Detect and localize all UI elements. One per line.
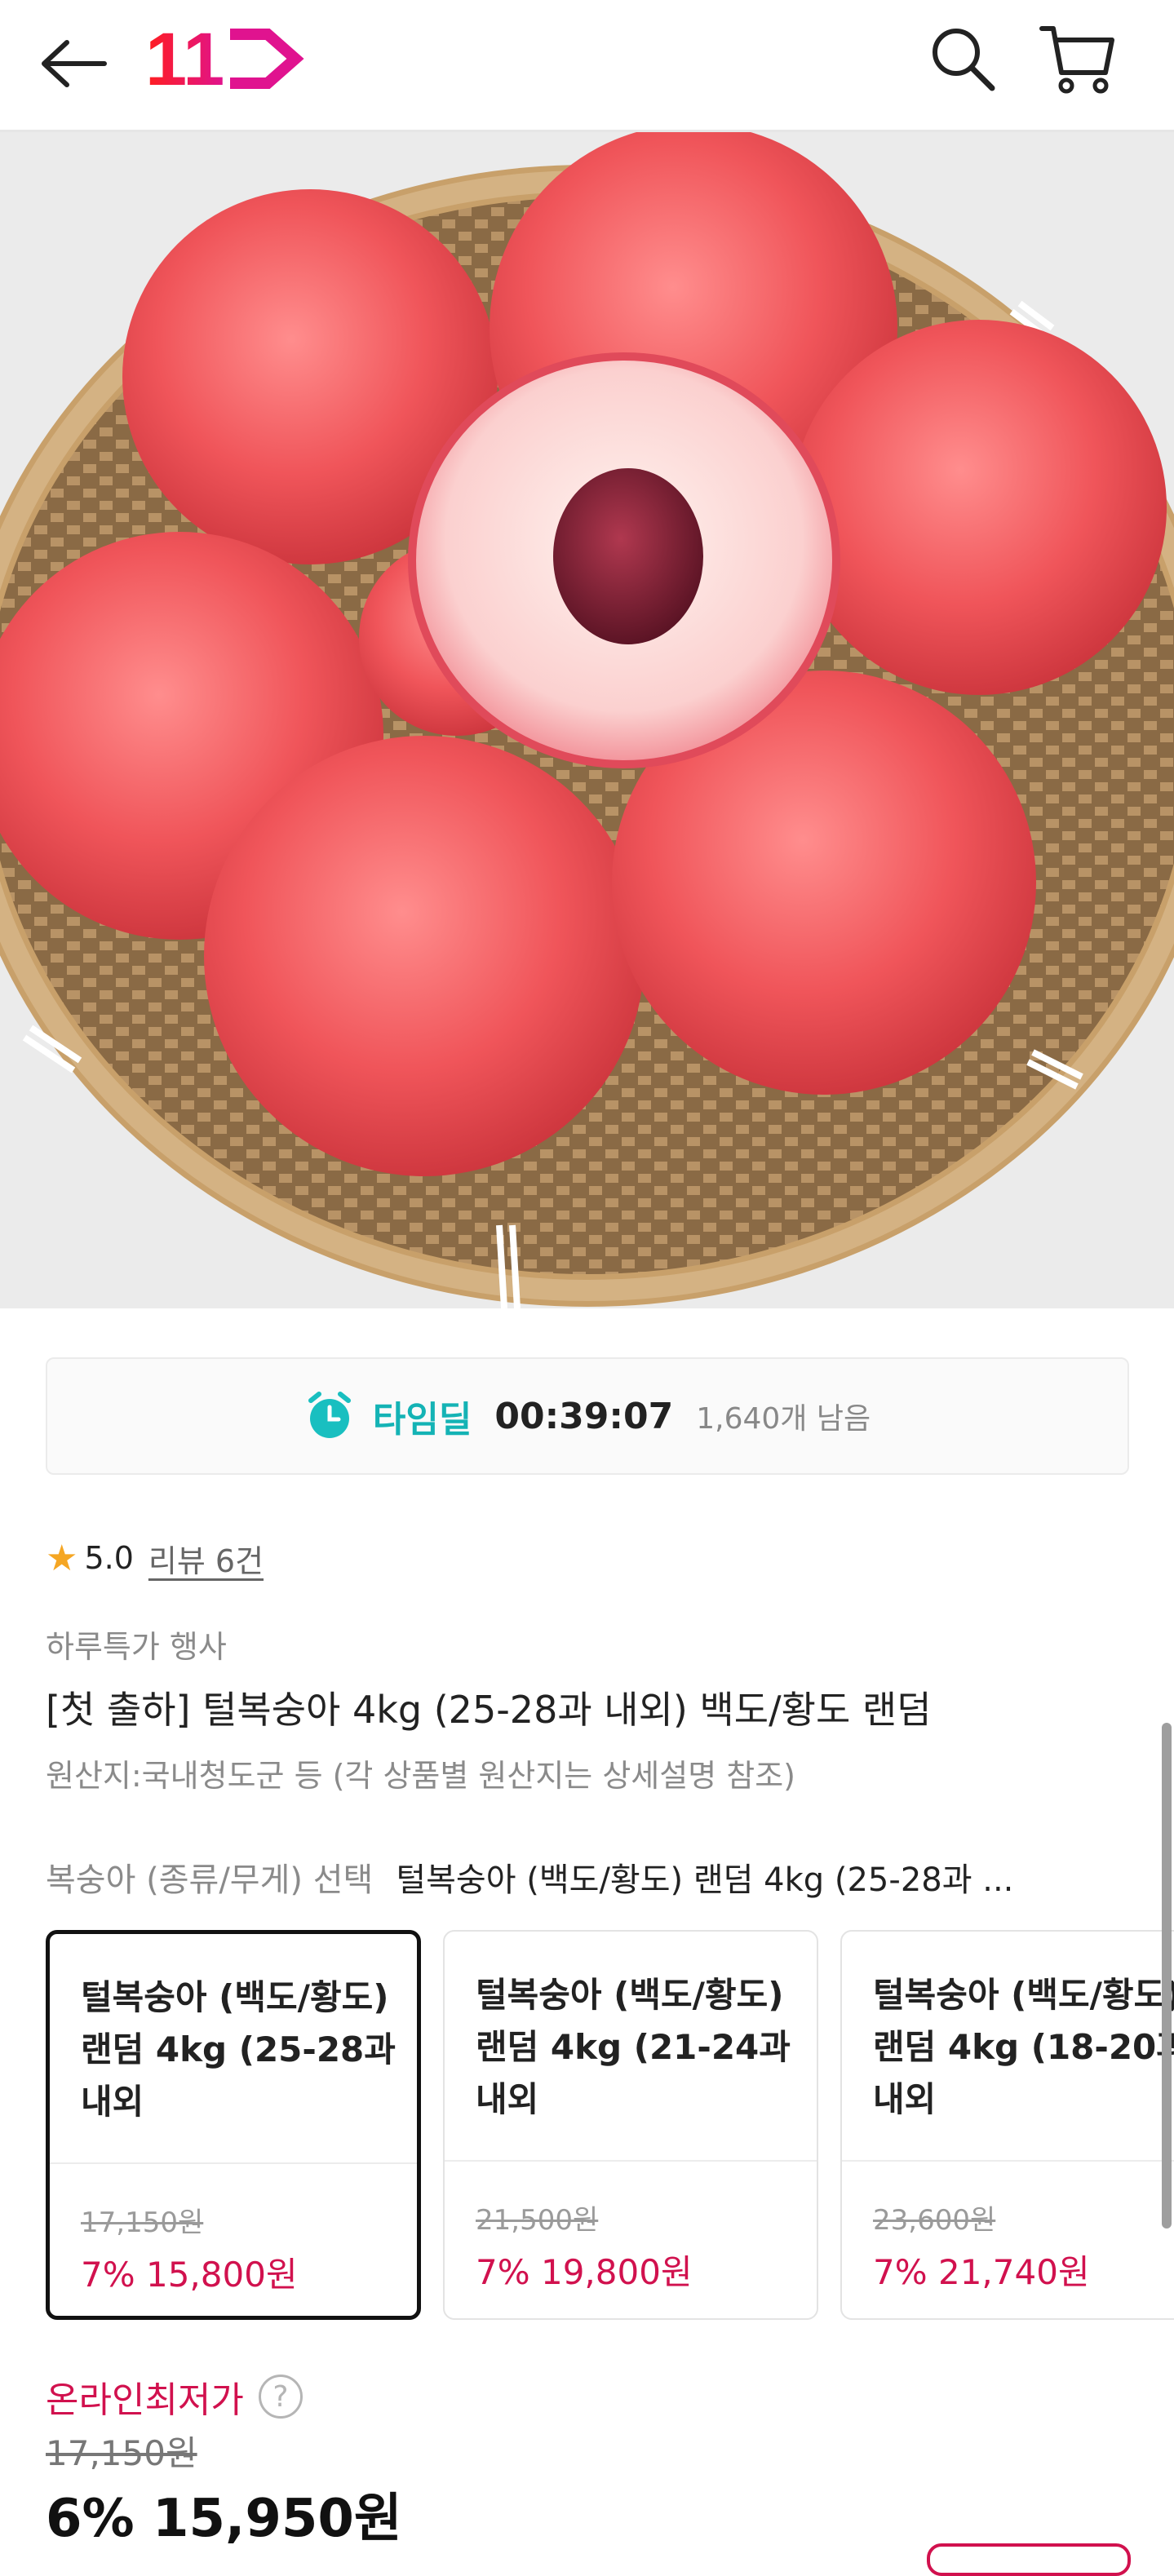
divider [445, 2160, 817, 2162]
top-app-bar: 11 [0, 0, 1174, 132]
brand-logo[interactable]: 11 [145, 18, 308, 101]
original-price: 17,150원 [46, 2433, 197, 2473]
event-label: 하루특가 행사 [46, 1629, 227, 1665]
option-card-price: 7% 21,740원 [873, 2252, 1090, 2292]
option-cards: 털복숭아 (백도/황도) 랜덤 4kg (25-28과 내외 17,150원 7… [46, 1930, 1174, 2321]
arrow-left-icon [42, 40, 107, 87]
divider [50, 2162, 417, 2164]
cart-button[interactable] [1033, 18, 1123, 100]
star-icon: ★ [46, 1537, 78, 1579]
help-icon[interactable]: ? [258, 2375, 303, 2419]
option-label: 복숭아 (종류/무게) 선택 [46, 1861, 374, 1899]
svg-text:11: 11 [145, 18, 224, 100]
timedeal-countdown: 00:39:07 [494, 1395, 674, 1437]
option-selected-value[interactable]: 털복숭아 (백도/황도) 랜덤 4kg (25-28과 ... [396, 1853, 1131, 1901]
timedeal-banner[interactable]: 타임딜 00:39:07 1,640개 남음 [46, 1357, 1129, 1475]
rating-score: 5.0 [84, 1540, 134, 1576]
option-selector[interactable]: 복숭아 (종류/무게) 선택 털복숭아 (백도/황도) 랜덤 4kg (25-2… [46, 1853, 1131, 1901]
page-scrollbar[interactable] [1162, 1723, 1172, 2229]
lowest-price-row: 온라인최저가 ? [46, 2370, 303, 2423]
option-card-price: 7% 19,800원 [476, 2252, 693, 2292]
option-card[interactable]: 털복숭아 (백도/황도) 랜덤 4kg (25-28과 내외 17,150원 7… [46, 1930, 421, 2320]
product-origin: 원산지:국내청도군 등 (각 상품별 원산지는 상세설명 참조) [46, 1758, 796, 1794]
option-card-original-price: 21,500원 [476, 2204, 599, 2237]
review-count-link[interactable]: 리뷰 6건 [148, 1536, 264, 1581]
final-price: 6% 15,950원 [46, 2489, 402, 2549]
alarm-clock-icon [308, 1392, 351, 1438]
rating-row: ★ 5.0 리뷰 6건 [46, 1534, 264, 1582]
option-card-original-price: 17,150원 [81, 2206, 204, 2239]
search-icon [933, 29, 995, 91]
option-card-price: 7% 15,800원 [81, 2255, 298, 2295]
timedeal-label: 타임딜 [372, 1399, 472, 1441]
option-card[interactable]: 털복숭아 (백도/황도) 랜덤 4kg (18-20과 내외 23,600원 7… [840, 1930, 1174, 2320]
option-card-original-price: 23,600원 [873, 2204, 996, 2237]
option-card-name: 털복숭아 (백도/황도) 랜덤 4kg (25-28과 내외 [81, 1977, 396, 2122]
timedeal-remaining: 1,640개 남음 [696, 1402, 871, 1436]
back-button[interactable] [33, 23, 114, 104]
action-button[interactable] [927, 2543, 1131, 2576]
cart-icon [1039, 26, 1114, 94]
option-card-name: 털복숭아 (백도/황도) 랜덤 4kg (21-24과 내외 [476, 1975, 791, 2119]
product-image[interactable] [0, 132, 1174, 1308]
lowest-price-label: 온라인최저가 [46, 2379, 244, 2421]
option-card-name: 털복숭아 (백도/황도) 랜덤 4kg (18-20과 내외 [873, 1975, 1174, 2119]
option-card[interactable]: 털복숭아 (백도/황도) 랜덤 4kg (21-24과 내외 21,500원 7… [443, 1930, 818, 2320]
product-title: [첫 출하] 털복숭아 4kg (25-28과 내외) 백도/황도 랜덤 [46, 1688, 932, 1732]
divider [842, 2160, 1174, 2162]
search-button[interactable] [922, 18, 1003, 100]
